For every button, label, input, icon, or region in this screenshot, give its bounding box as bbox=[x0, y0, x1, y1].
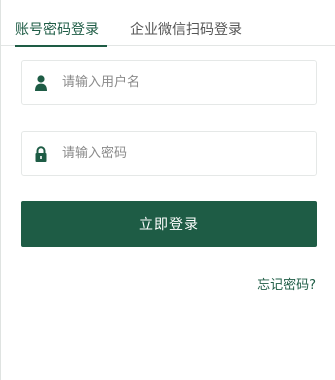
login-tabs: 账号密码登录 企业微信扫码登录 bbox=[1, 0, 335, 47]
username-field[interactable] bbox=[21, 60, 317, 105]
tab-account-password-login[interactable]: 账号密码登录 bbox=[15, 0, 107, 47]
password-field[interactable] bbox=[21, 131, 317, 176]
login-panel: 账号密码登录 企业微信扫码登录 立即登录 忘记密码? bbox=[0, 0, 335, 380]
login-button[interactable]: 立即登录 bbox=[21, 201, 317, 247]
tab-wecom-qr-login[interactable]: 企业微信扫码登录 bbox=[130, 0, 250, 46]
forgot-password-link[interactable]: 忘记密码? bbox=[257, 274, 316, 293]
username-input[interactable] bbox=[62, 61, 302, 104]
password-input[interactable] bbox=[62, 132, 302, 175]
user-icon bbox=[35, 75, 47, 91]
lock-icon bbox=[35, 146, 47, 162]
